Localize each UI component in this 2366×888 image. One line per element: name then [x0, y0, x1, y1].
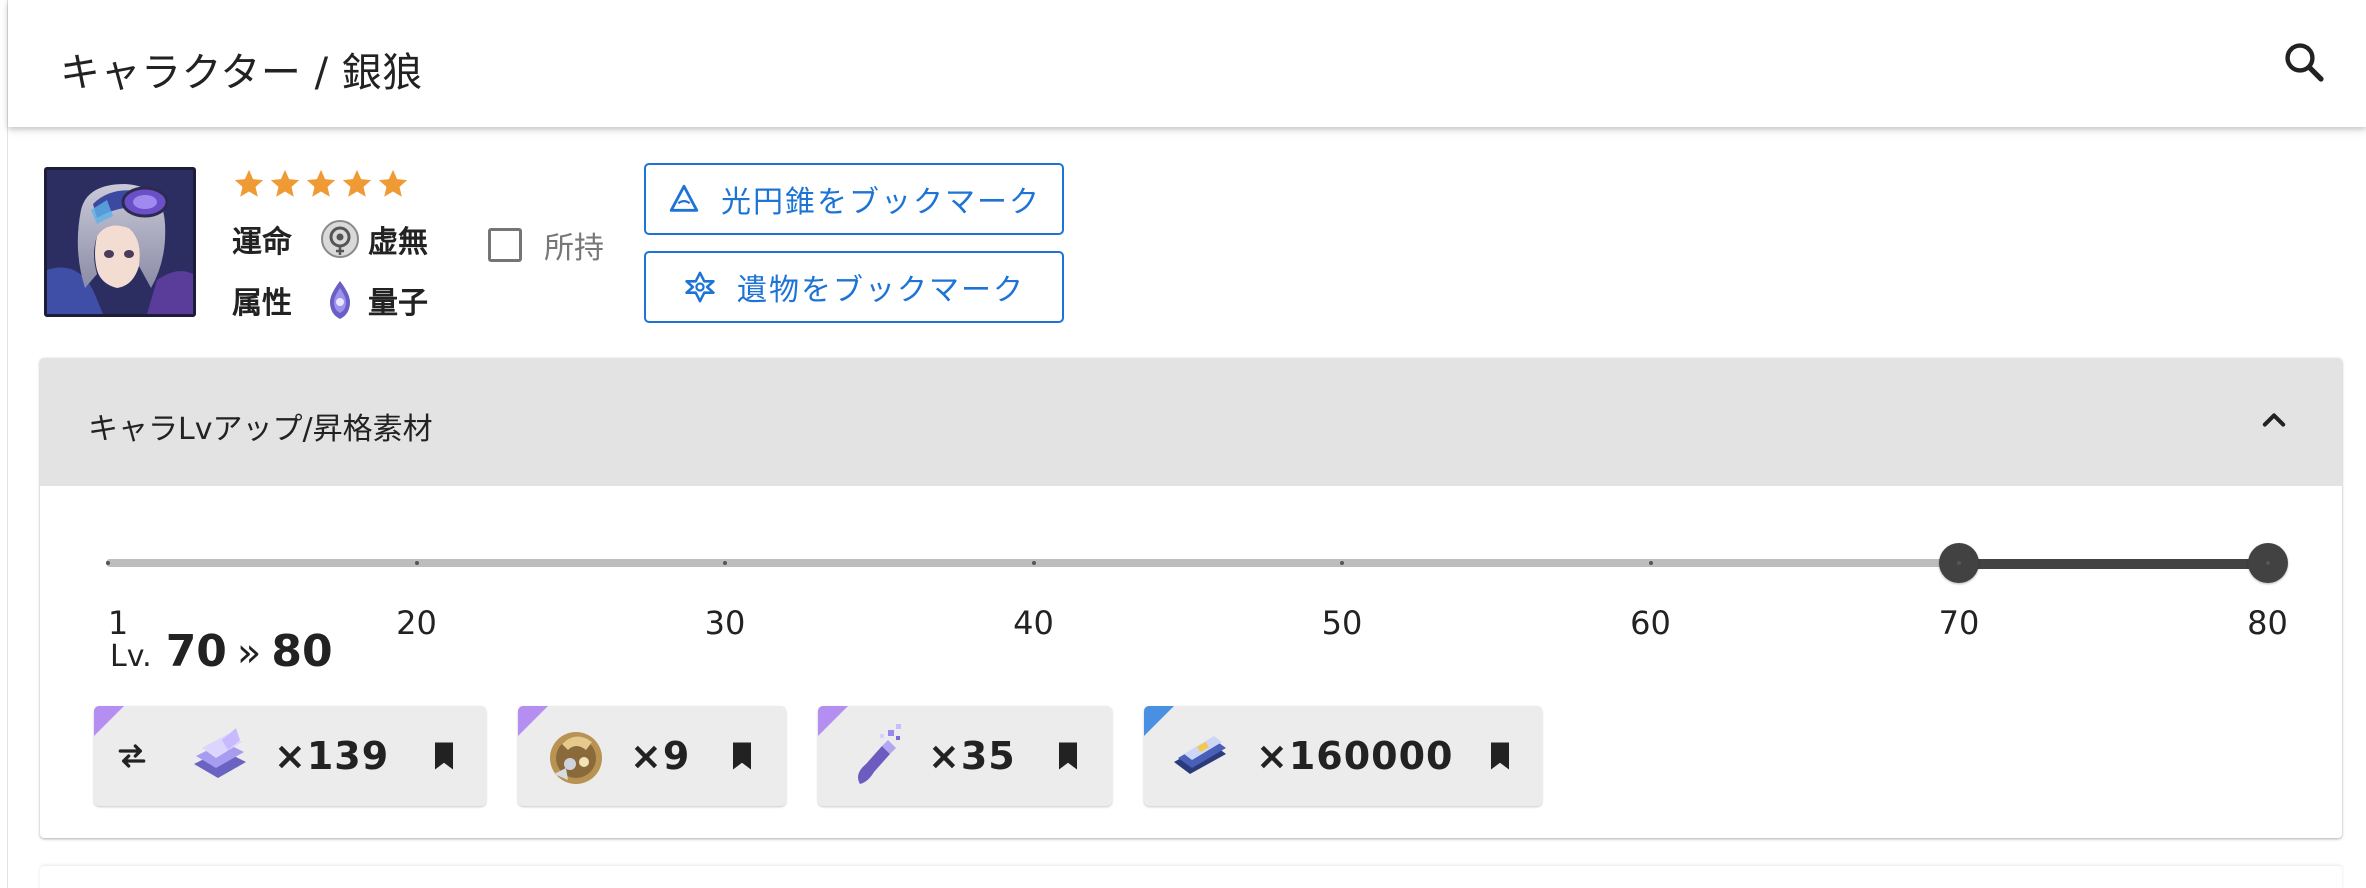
star-icon [306, 169, 336, 197]
material-quantity: ×9 [630, 734, 691, 778]
material-card-exp: ×139 [94, 706, 486, 806]
owned-checkbox[interactable] [488, 228, 522, 262]
level-from: 70 [165, 626, 227, 677]
path-row: 運命 虚無 [232, 217, 428, 261]
star-icon [234, 169, 264, 197]
ascension-material-icon [550, 732, 602, 784]
slider-mark [1648, 561, 1653, 565]
app-bar: キャラクター / 銀狼 [8, 0, 2366, 127]
nihility-path-icon [321, 220, 359, 258]
material-quantity: ×139 [274, 734, 390, 778]
character-header: 運命 虚無 属性 量子 所持 光円錐をブックマーク 遺物をブックマーク [8, 127, 2366, 357]
material-quantity: ×160000 [1256, 734, 1454, 778]
rarity-corner [94, 706, 124, 736]
slider-mark [1957, 561, 1961, 565]
character-portrait [44, 167, 196, 317]
level-arrow: » [236, 630, 262, 676]
bookmark-relic-label: 遺物をブックマーク [737, 273, 1025, 308]
material-card-credit: ×160000 [1144, 706, 1542, 806]
slider-tick-label: 60 [1630, 604, 1671, 642]
element-label: 属性 [232, 286, 292, 321]
level-prefix: Lv. [110, 639, 152, 674]
star-icon [270, 169, 300, 197]
path-value: 虚無 [368, 225, 428, 260]
slider-tick-label: 30 [704, 604, 746, 642]
bookmark-lightcone-button[interactable]: 光円錐をブックマーク [644, 163, 1064, 235]
portrait-art [47, 170, 193, 314]
slider-mark [1031, 561, 1036, 565]
bookmark-icon[interactable] [426, 738, 462, 774]
quantum-element-icon [330, 281, 350, 319]
slider-tick-label: 40 [1013, 604, 1054, 642]
element-value: 量子 [368, 286, 428, 321]
owned-label: 所持 [544, 231, 604, 266]
star-icon [342, 169, 372, 197]
next-panel [40, 866, 2342, 888]
panel-header[interactable]: キャラLvアップ/昇格素材 [40, 358, 2342, 486]
slider-tick-label: 50 [1321, 604, 1363, 642]
bookmark-icon[interactable] [1050, 738, 1086, 774]
material-card-ascension: ×9 [518, 706, 786, 806]
swap-icon[interactable] [112, 736, 152, 776]
slider-tick-label: 20 [396, 604, 437, 642]
slider-mark [106, 561, 110, 565]
slider-mark [414, 561, 419, 565]
app: キャラクター / 銀狼 運命 虚無 属性 量子 所持 光円錐をブックマーク 遺物… [8, 0, 2366, 888]
slider-tick-label: 70 [1938, 604, 1980, 642]
bookmark-relic-button[interactable]: 遺物をブックマーク [644, 251, 1064, 323]
bookmark-icon[interactable] [1482, 738, 1518, 774]
level-to: 80 [271, 626, 333, 677]
slider-track [1959, 559, 2268, 569]
rarity-stars [232, 167, 410, 201]
page-title: キャラクター / 銀狼 [60, 50, 423, 96]
search-icon[interactable] [2280, 38, 2328, 86]
bookmark-icon[interactable] [724, 738, 760, 774]
lightcone-icon [669, 184, 699, 212]
material-quantity: ×35 [928, 734, 1016, 778]
chevron-up-icon[interactable] [2252, 398, 2296, 442]
slider-mark [723, 561, 727, 565]
trace-material-icon [858, 724, 901, 784]
path-label: 運命 [232, 225, 292, 260]
slider-mark [2265, 561, 2270, 565]
ascension-materials-panel: キャラLvアップ/昇格素材 1 20 30 40 50 60 70 80 Lv. 70 » 8… [40, 358, 2342, 838]
slider-mark [1340, 561, 1344, 565]
slider-tick-label: 80 [2247, 604, 2288, 642]
level-range-display: Lv. 70 » 80 [110, 626, 333, 677]
element-row: 属性 量子 [232, 278, 428, 322]
level-range-slider[interactable]: 1 20 30 40 50 60 70 80 [40, 508, 2342, 658]
material-card-trace: ×35 [818, 706, 1112, 806]
credit-icon [1174, 736, 1226, 774]
star-icon [378, 169, 408, 197]
panel-title: キャラLvアップ/昇格素材 [88, 412, 433, 447]
bookmark-lightcone-label: 光円錐をブックマーク [721, 185, 1041, 220]
relic-icon [685, 271, 715, 303]
owned-toggle[interactable]: 所持 [488, 223, 604, 267]
page-edge [0, 0, 8, 888]
exp-material-icon [194, 728, 246, 778]
